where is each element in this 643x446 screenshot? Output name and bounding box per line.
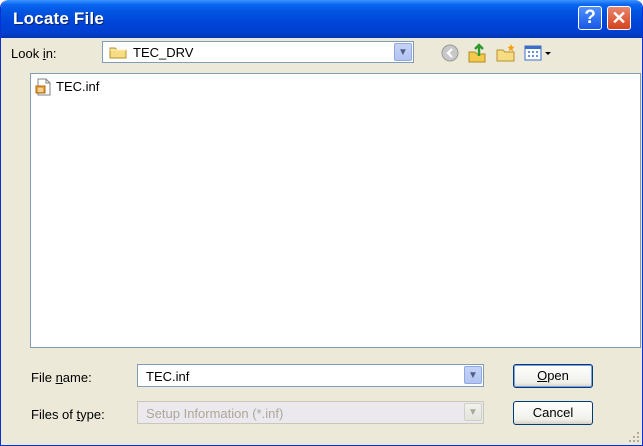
new-folder-icon[interactable] — [495, 42, 517, 64]
look-in-dropdown[interactable]: TEC_DRV ▼ — [102, 41, 414, 63]
inf-file-icon — [35, 78, 51, 96]
locate-file-dialog: Locate File ? ✕ Look in: TEC_DRV ▼ TEC.i… — [0, 0, 643, 446]
open-button[interactable]: Open — [513, 364, 593, 388]
up-folder-icon[interactable] — [466, 42, 488, 64]
title-bar[interactable]: Locate File ? ✕ — [1, 0, 642, 38]
resize-grip-icon[interactable] — [628, 431, 640, 443]
file-name-label: File name: — [31, 370, 92, 385]
folder-icon — [109, 47, 127, 59]
help-button[interactable]: ? — [578, 6, 602, 30]
back-icon[interactable] — [439, 42, 461, 64]
cancel-button[interactable]: Cancel — [513, 401, 593, 425]
file-name-combo[interactable]: TEC.inf ▼ — [137, 364, 484, 387]
look-in-dropdown-arrow[interactable]: ▼ — [394, 43, 412, 61]
window-title: Locate File — [13, 9, 105, 28]
file-name-input[interactable]: TEC.inf — [146, 369, 189, 384]
look-in-label: Look in: — [11, 46, 57, 61]
files-of-type-label: Files of type: — [31, 407, 105, 422]
file-name-label: TEC.inf — [56, 79, 100, 94]
file-name-dropdown-arrow[interactable]: ▼ — [464, 366, 482, 384]
look-in-value: TEC_DRV — [133, 45, 194, 60]
view-menu-icon[interactable] — [523, 42, 553, 64]
files-of-type-dropdown-arrow: ▼ — [464, 403, 482, 421]
files-of-type-value: Setup Information (*.inf) — [146, 406, 284, 421]
close-button[interactable]: ✕ — [607, 6, 631, 30]
file-list[interactable]: TEC.inf — [30, 73, 641, 348]
files-of-type-combo: Setup Information (*.inf) ▼ — [137, 401, 484, 424]
